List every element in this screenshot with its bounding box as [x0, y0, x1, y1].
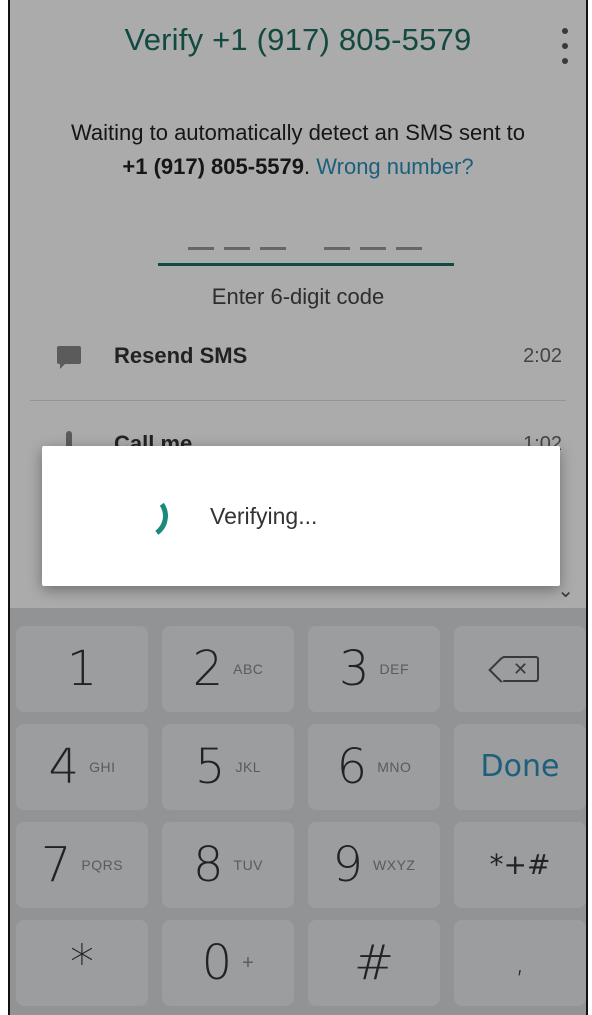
verifying-dialog: Verifying... [42, 446, 560, 586]
loading-spinner-icon [118, 489, 172, 543]
phone-screen: Verify +1 (917) 805-5579 Waiting to auto… [8, 0, 588, 1015]
dialog-message: Verifying... [210, 502, 318, 529]
